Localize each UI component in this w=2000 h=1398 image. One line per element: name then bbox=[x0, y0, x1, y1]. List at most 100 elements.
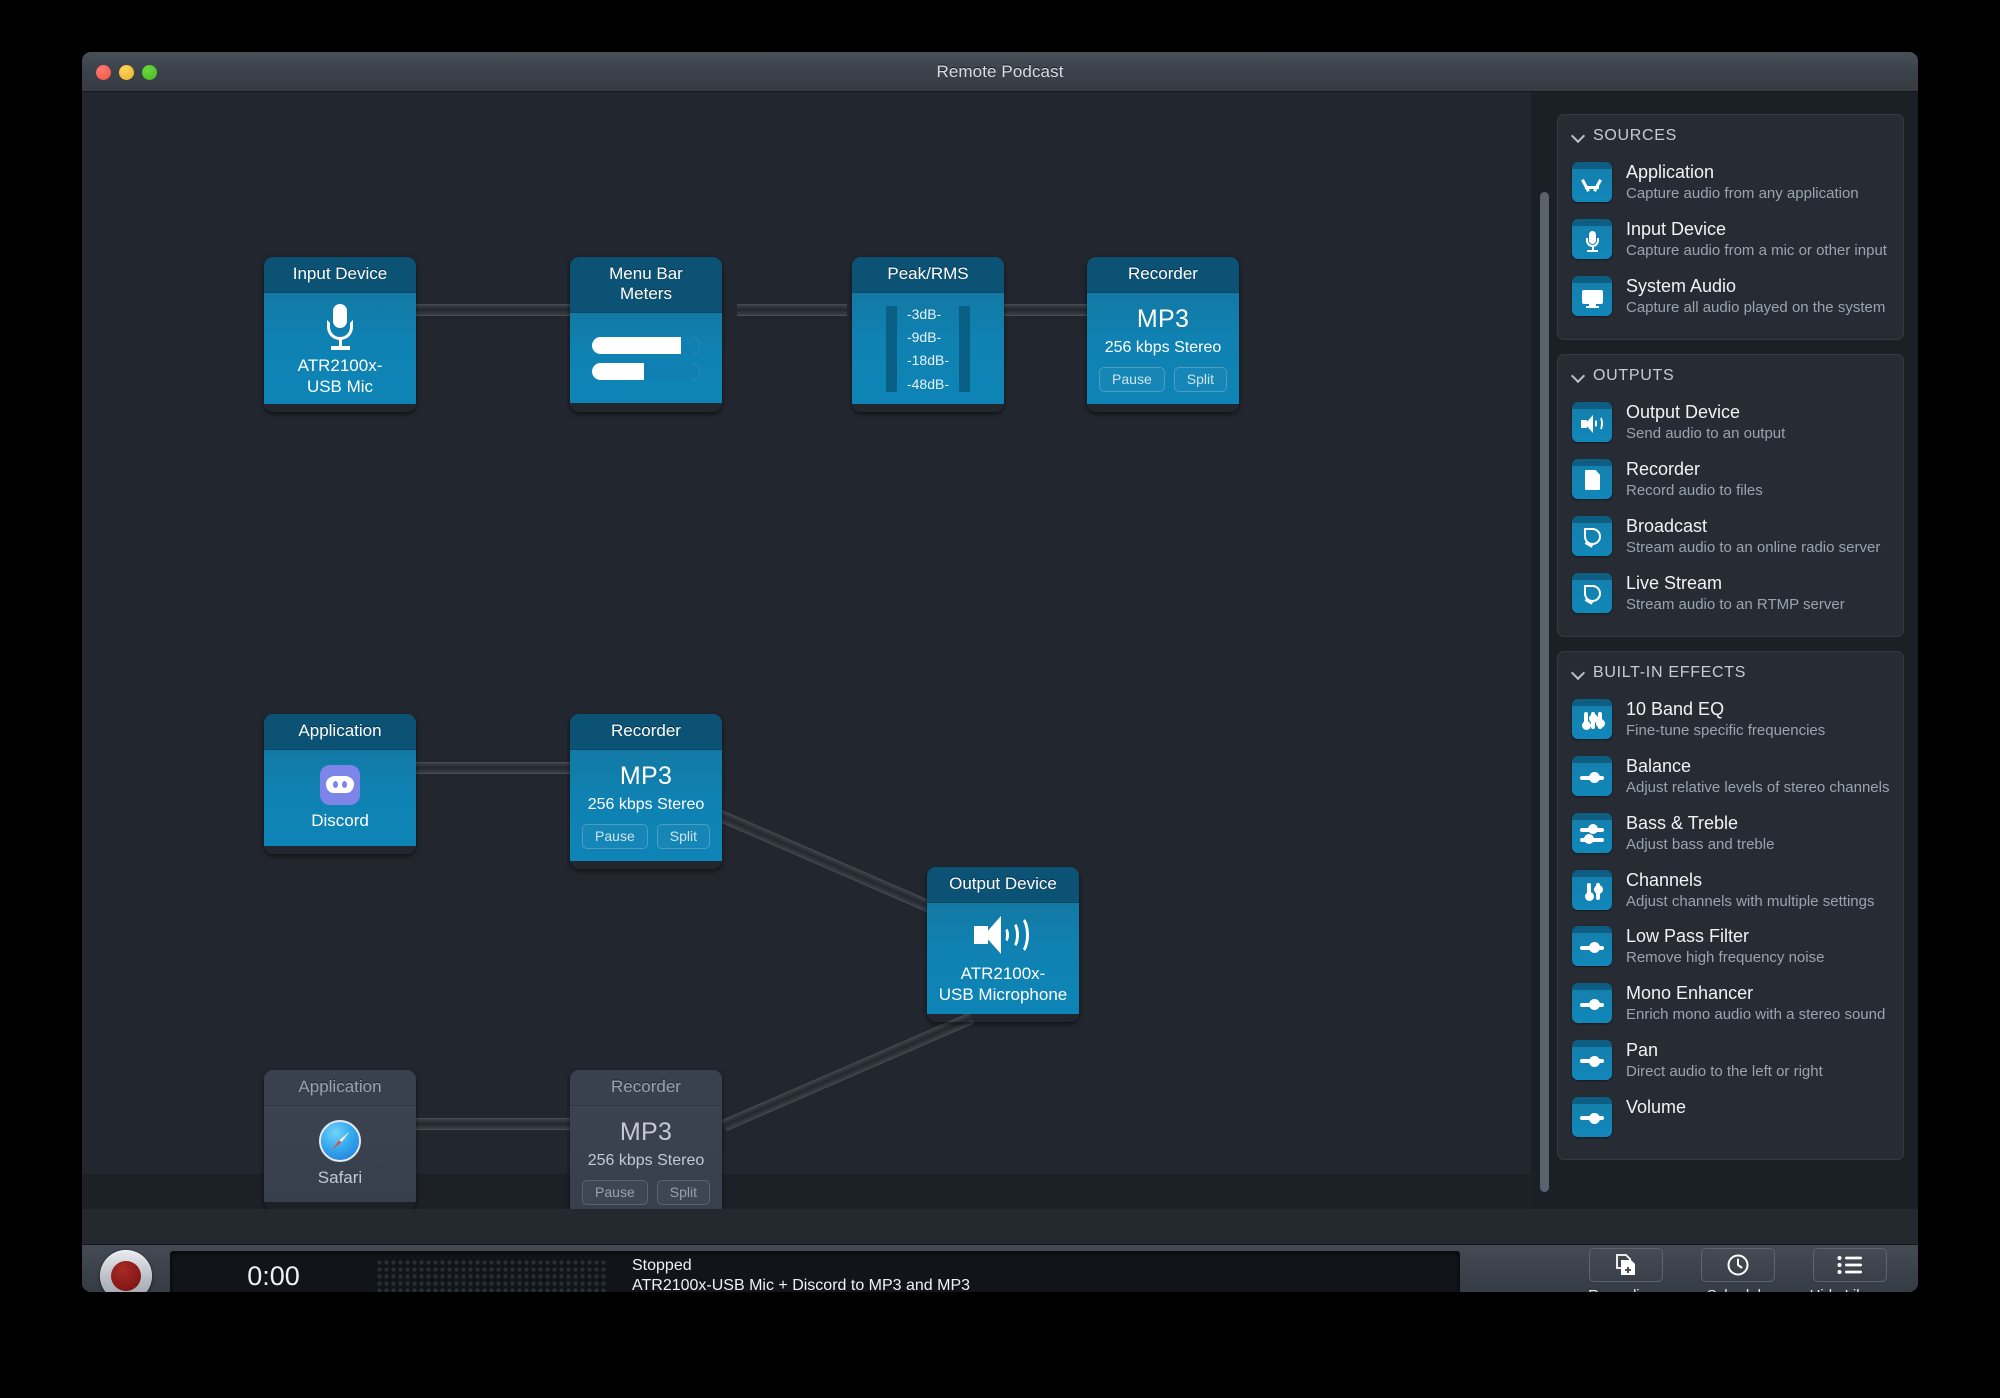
node-recorder-safari[interactable]: Recorder MP3 256 kbps Stereo Pause Split bbox=[570, 1070, 722, 1209]
node-menu-bar-meters[interactable]: Menu Bar Meters bbox=[570, 257, 722, 412]
record-button[interactable] bbox=[100, 1250, 152, 1292]
connection-recorder-safari-to-output bbox=[722, 1012, 974, 1131]
library-item-desc: Adjust relative levels of stereo channel… bbox=[1626, 779, 1889, 798]
library-item-title: Live Stream bbox=[1626, 573, 1722, 593]
minimize-button[interactable] bbox=[119, 65, 134, 80]
microphone-icon bbox=[1572, 219, 1612, 259]
app-window: Remote Podcast Input Device ATR2100 bbox=[82, 52, 1918, 1292]
connection-meters-to-peakrms bbox=[737, 304, 847, 316]
library-item-desc: Capture audio from a mic or other input bbox=[1626, 242, 1887, 261]
library-item-input-device[interactable]: Input Device Capture audio from a mic or… bbox=[1572, 212, 1893, 269]
node-subtitle: Safari bbox=[318, 1168, 362, 1188]
connection-peakrms-to-recorder bbox=[1002, 304, 1087, 316]
clock-icon bbox=[1701, 1248, 1775, 1282]
node-header: Application bbox=[264, 1070, 416, 1106]
library-item-title: Mono Enhancer bbox=[1626, 983, 1753, 1003]
library-item-title: Broadcast bbox=[1626, 516, 1707, 536]
node-header: Recorder bbox=[570, 714, 722, 750]
library-item-bass-treble[interactable]: Bass & Treble Adjust bass and treble bbox=[1572, 806, 1893, 863]
recorder-quality: 256 kbps Stereo bbox=[588, 1152, 705, 1170]
node-output-device[interactable]: Output Device ATR2100x- USB Microphone bbox=[927, 867, 1079, 1022]
node-application-discord[interactable]: Application Discord bbox=[264, 714, 416, 854]
library-item-application[interactable]: Application Capture audio from any appli… bbox=[1572, 155, 1893, 212]
node-application-safari[interactable]: Application Safari bbox=[264, 1070, 416, 1209]
library-item-balance[interactable]: Balance Adjust relative levels of stereo… bbox=[1572, 749, 1893, 806]
close-button[interactable] bbox=[96, 65, 111, 80]
recorder-format: MP3 bbox=[620, 762, 672, 791]
chevron-down-icon[interactable] bbox=[1572, 370, 1584, 382]
hide-library-label: Hide Library bbox=[1810, 1287, 1891, 1292]
library-item-recorder[interactable]: Recorder Record audio to files bbox=[1572, 452, 1893, 509]
node-recorder-main[interactable]: Recorder MP3 256 kbps Stereo Pause Split bbox=[1087, 257, 1239, 412]
toolbar-buttons: Recordings Schedule bbox=[1578, 1248, 1918, 1292]
library-item-pan[interactable]: Pan Direct audio to the left or right bbox=[1572, 1033, 1893, 1090]
library-item-broadcast[interactable]: Broadcast Stream audio to an online radi… bbox=[1572, 509, 1893, 566]
speaker-icon bbox=[974, 912, 1032, 958]
schedule-button[interactable]: Schedule bbox=[1690, 1248, 1786, 1292]
pause-button[interactable]: Pause bbox=[1099, 367, 1165, 392]
slider-icon bbox=[1572, 1097, 1612, 1137]
library-item-10-band-eq[interactable]: 10 Band EQ Fine-tune specific frequencie… bbox=[1572, 692, 1893, 749]
bottom-toolbar: 0:00 Stopped ATR2100x-USB Mic + Discord … bbox=[82, 1244, 1918, 1292]
panel-outputs-header[interactable]: OUTPUTS bbox=[1572, 367, 1893, 385]
zoom-button[interactable] bbox=[142, 65, 157, 80]
library-item-desc: Remove high frequency noise bbox=[1626, 949, 1824, 968]
node-subtitle: ATR2100x- USB Mic bbox=[298, 356, 383, 397]
library-item-title: Recorder bbox=[1626, 459, 1700, 479]
panel-builtin-effects: BUILT-IN EFFECTS 10 Band EQ Fine-tune sp… bbox=[1557, 651, 1904, 1159]
routing-canvas[interactable]: Input Device ATR2100x- USB Mic Menu Bar … bbox=[82, 92, 1531, 1209]
transport-display: 0:00 Stopped ATR2100x-USB Mic + Discord … bbox=[170, 1251, 1460, 1293]
panel-builtin-effects-header[interactable]: BUILT-IN EFFECTS bbox=[1572, 664, 1893, 682]
node-header: Recorder bbox=[1087, 257, 1239, 293]
node-peak-rms[interactable]: Peak/RMS -3dB- -9dB- -18dB- -48dB- bbox=[852, 257, 1004, 412]
library-item-system-audio[interactable]: System Audio Capture all audio played on… bbox=[1572, 269, 1893, 326]
library-item-live-stream[interactable]: Live Stream Stream audio to an RTMP serv… bbox=[1572, 566, 1893, 623]
sidebar-scrollbar[interactable] bbox=[1540, 192, 1549, 1192]
library-sidebar: SOURCES Application Capture audio from a… bbox=[1531, 92, 1918, 1209]
speaker-grill-decoration bbox=[376, 1259, 606, 1292]
slider-icon bbox=[1572, 756, 1612, 796]
split-button[interactable]: Split bbox=[657, 824, 710, 849]
library-item-channels[interactable]: Channels Adjust channels with multiple s… bbox=[1572, 863, 1893, 920]
library-item-desc: Capture all audio played on the system bbox=[1626, 299, 1885, 318]
library-item-mono-enhancer[interactable]: Mono Enhancer Enrich mono audio with a s… bbox=[1572, 976, 1893, 1033]
node-recorder-discord[interactable]: Recorder MP3 256 kbps Stereo Pause Split bbox=[570, 714, 722, 869]
library-item-volume[interactable]: Volume bbox=[1572, 1090, 1893, 1145]
library-item-title: Pan bbox=[1626, 1040, 1658, 1060]
library-item-title: Low Pass Filter bbox=[1626, 926, 1749, 946]
library-item-desc: Direct audio to the left or right bbox=[1626, 1063, 1823, 1082]
recorder-quality: 256 kbps Stereo bbox=[1105, 339, 1222, 357]
channels-icon bbox=[1572, 870, 1612, 910]
pause-button[interactable]: Pause bbox=[582, 1180, 648, 1205]
slider-icon bbox=[1572, 926, 1612, 966]
window-body: Input Device ATR2100x- USB Mic Menu Bar … bbox=[82, 92, 1918, 1244]
traffic-lights bbox=[96, 65, 157, 80]
panel-sources-header[interactable]: SOURCES bbox=[1572, 127, 1893, 145]
panel-sources: SOURCES Application Capture audio from a… bbox=[1557, 114, 1904, 340]
library-item-desc: Capture audio from any application bbox=[1626, 185, 1859, 204]
equalizer-icon bbox=[1572, 699, 1612, 739]
library-item-title: 10 Band EQ bbox=[1626, 699, 1724, 719]
recorder-quality: 256 kbps Stereo bbox=[588, 796, 705, 814]
library-item-desc: Record audio to files bbox=[1626, 482, 1763, 501]
library-item-title: Bass & Treble bbox=[1626, 813, 1738, 833]
library-item-low-pass-filter[interactable]: Low Pass Filter Remove high frequency no… bbox=[1572, 919, 1893, 976]
panel-title: OUTPUTS bbox=[1593, 367, 1674, 385]
satellite-dish-icon bbox=[1572, 573, 1612, 613]
library-item-desc: Enrich mono audio with a stereo sound bbox=[1626, 1006, 1885, 1025]
recorder-format: MP3 bbox=[620, 1118, 672, 1147]
chevron-down-icon[interactable] bbox=[1572, 667, 1584, 679]
library-item-desc: Stream audio to an online radio server bbox=[1626, 539, 1880, 558]
status-block: Stopped ATR2100x-USB Mic + Discord to MP… bbox=[632, 1256, 970, 1292]
status-detail-text: ATR2100x-USB Mic + Discord to MP3 and MP… bbox=[632, 1276, 970, 1292]
pause-button[interactable]: Pause bbox=[582, 824, 648, 849]
node-input-device[interactable]: Input Device ATR2100x- USB Mic bbox=[264, 257, 416, 412]
recordings-button[interactable]: Recordings bbox=[1578, 1248, 1674, 1292]
library-item-desc: Adjust bass and treble bbox=[1626, 836, 1774, 855]
hide-library-button[interactable]: Hide Library bbox=[1802, 1248, 1898, 1292]
chevron-down-icon[interactable] bbox=[1572, 130, 1584, 142]
safari-icon bbox=[319, 1120, 361, 1162]
split-button[interactable]: Split bbox=[657, 1180, 710, 1205]
split-button[interactable]: Split bbox=[1174, 367, 1227, 392]
library-item-output-device[interactable]: Output Device Send audio to an output bbox=[1572, 395, 1893, 452]
